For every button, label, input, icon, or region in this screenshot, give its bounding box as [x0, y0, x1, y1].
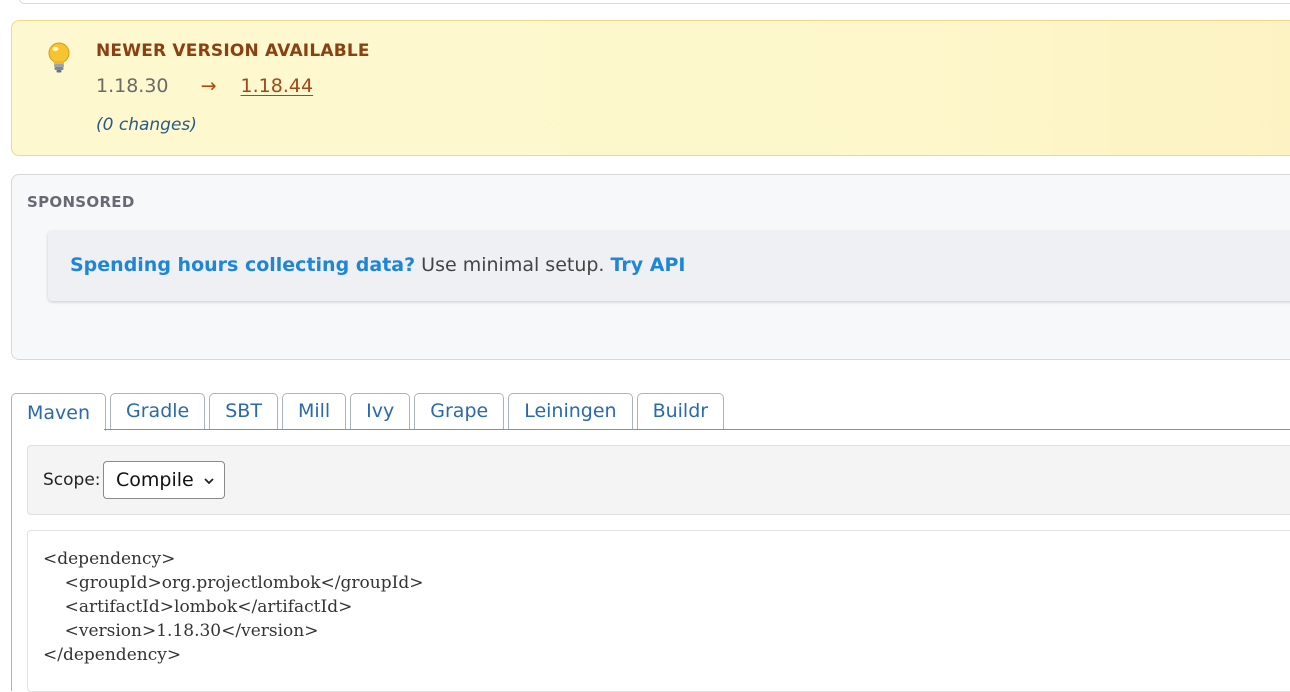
newer-version-notice: NEWER VERSION AVAILABLE 1.18.30 → 1.18.4… [11, 20, 1290, 156]
try-api-link[interactable]: Try API [611, 254, 686, 276]
tab-label: Gradle [126, 400, 190, 422]
tab-buildr[interactable]: Buildr [636, 393, 725, 429]
ad-card[interactable]: Spending hours collecting data? Use mini… [48, 231, 1290, 301]
code-line: <artifactId>lombok</artifactId> [43, 597, 353, 617]
tab-label: Ivy [366, 400, 395, 422]
ad-body: Use minimal setup. [415, 254, 611, 276]
version-row: 1.18.30 → 1.18.44 [96, 75, 313, 97]
tab-panel-border [11, 431, 12, 691]
latest-version-link[interactable]: 1.18.44 [241, 75, 314, 97]
scope-label: Scope: [43, 470, 101, 490]
build-tool-tabs: Maven Gradle SBT Mill Ivy Grape Leininge… [11, 393, 728, 431]
tab-grape[interactable]: Grape [414, 393, 505, 429]
tab-gradle[interactable]: Gradle [110, 393, 206, 429]
tab-label: Buildr [652, 400, 709, 422]
tab-label: SBT [225, 400, 262, 422]
code-block: <dependency> <groupId>org.projectlombok<… [43, 547, 423, 667]
tab-divider [104, 429, 1290, 430]
code-line: <dependency> [43, 549, 176, 569]
scope-select[interactable]: Compile [103, 461, 225, 499]
sponsored-section: SPONSORED Spending hours collecting data… [11, 174, 1290, 360]
dependency-snippet[interactable]: <dependency> <groupId>org.projectlombok<… [27, 530, 1290, 692]
tab-leiningen[interactable]: Leiningen [508, 393, 633, 429]
lightbulb-icon [48, 42, 70, 73]
current-version: 1.18.30 [96, 75, 169, 97]
ad-lead-link[interactable]: Spending hours collecting data? [70, 254, 415, 276]
ad-text: Spending hours collecting data? Use mini… [70, 254, 685, 276]
tab-maven[interactable]: Maven [11, 393, 107, 431]
code-line: <version>1.18.30</version> [43, 621, 319, 641]
code-line: </dependency> [43, 645, 182, 665]
sponsored-label: SPONSORED [27, 193, 135, 211]
tab-label: Maven [27, 402, 91, 424]
chevron-down-icon [204, 478, 214, 485]
tab-ivy[interactable]: Ivy [350, 393, 411, 429]
tab-label: Grape [430, 400, 489, 422]
tab-sbt[interactable]: SBT [209, 393, 278, 429]
tab-label: Leiningen [524, 400, 617, 422]
scope-panel: Scope: Compile [27, 445, 1290, 515]
tab-mill[interactable]: Mill [281, 393, 347, 429]
code-line: <groupId>org.projectlombok</groupId> [43, 573, 424, 593]
tab-label: Mill [297, 400, 331, 422]
arrow-right-icon: → [200, 75, 217, 97]
changes-link[interactable]: (0 changes) [96, 115, 197, 135]
previous-card-edge [18, 0, 1290, 4]
scope-selected-value: Compile [116, 469, 194, 491]
newer-version-title: NEWER VERSION AVAILABLE [96, 41, 370, 61]
